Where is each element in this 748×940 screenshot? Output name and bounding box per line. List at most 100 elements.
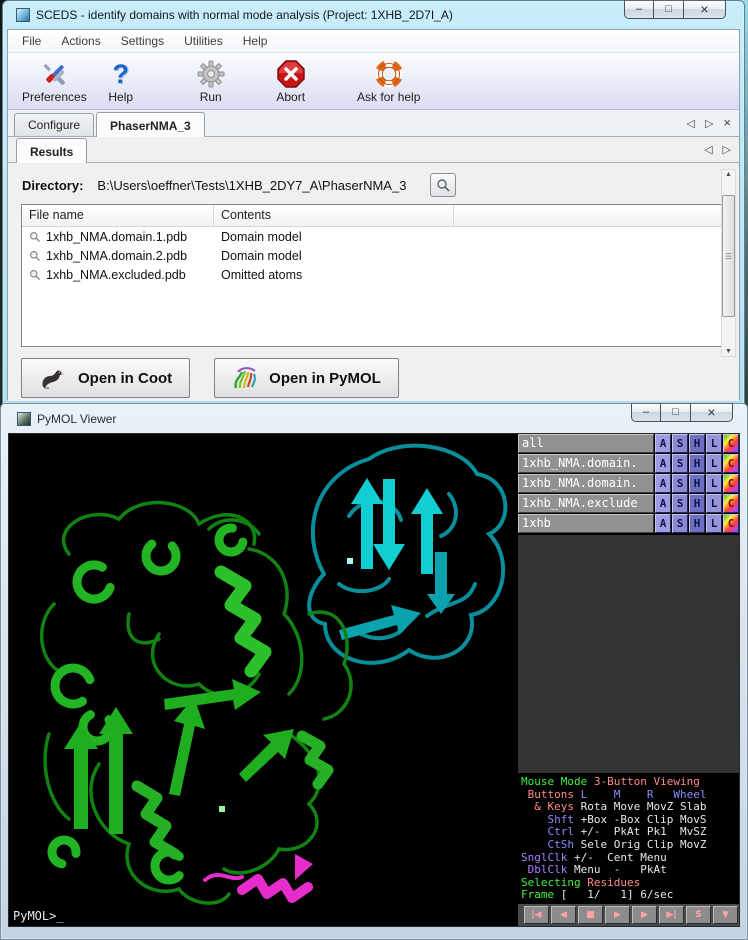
object-l-button[interactable]: L: [706, 454, 722, 473]
table-row[interactable]: 1xhb_NMA.excluded.pdb Omitted atoms: [22, 265, 726, 284]
table-header[interactable]: File name Contents: [22, 205, 726, 227]
object-a-button[interactable]: A: [655, 474, 671, 493]
mouse-panel-segment: Selecting: [521, 876, 581, 889]
help-button[interactable]: ? Help: [93, 58, 149, 105]
playback-button[interactable]: |◀: [524, 906, 549, 924]
object-s-button[interactable]: S: [672, 474, 688, 493]
pymol-ribbon-icon: [232, 366, 260, 390]
object-name[interactable]: 1xhb_NMA.exclude: [518, 494, 654, 513]
object-a-button[interactable]: A: [655, 454, 671, 473]
object-name[interactable]: 1xhb_NMA.domain.: [518, 454, 654, 473]
object-name[interactable]: 1xhb_NMA.domain.: [518, 474, 654, 493]
maximize-button[interactable]: □: [661, 403, 691, 422]
menubar: FileActionsSettingsUtilitiesHelp: [8, 30, 739, 53]
playback-button[interactable]: ▶: [632, 906, 657, 924]
object-s-button[interactable]: S: [672, 514, 688, 533]
sceds-titlebar[interactable]: SCEDS - identify domains with normal mod…: [7, 1, 740, 29]
playback-button[interactable]: ■: [578, 906, 603, 924]
mouse-panel-line: Frame [ 1/ 1] 6/sec: [521, 889, 739, 902]
menu-item[interactable]: Help: [233, 31, 278, 51]
menu-item[interactable]: Settings: [111, 31, 174, 51]
object-c-button[interactable]: C: [723, 434, 739, 453]
maximize-button[interactable]: □: [654, 0, 684, 19]
browse-directory-button[interactable]: [430, 173, 456, 197]
preferences-button[interactable]: Preferences: [16, 58, 93, 105]
ask-for-help-button[interactable]: Ask for help: [347, 58, 431, 105]
object-l-button[interactable]: L: [706, 494, 722, 513]
object-h-button[interactable]: H: [689, 474, 705, 493]
mouse-panel-segment: L M R Wheel: [574, 788, 706, 801]
pymol-titlebar[interactable]: PyMOL Viewer – □ ×: [8, 404, 740, 433]
object-row: 1xhbASHLC: [518, 514, 739, 533]
tab-results[interactable]: Results: [16, 138, 87, 163]
scroll-up-icon[interactable]: ▲: [722, 171, 735, 178]
object-a-button[interactable]: A: [655, 514, 671, 533]
protein-ribbon-graphic: [9, 434, 518, 926]
object-c-button[interactable]: C: [723, 514, 739, 533]
object-s-button[interactable]: S: [672, 494, 688, 513]
open-in-pymol-button[interactable]: Open in PyMOL: [214, 358, 399, 398]
tab-scroll-right-icon[interactable]: ▷: [705, 117, 713, 130]
object-c-button[interactable]: C: [723, 494, 739, 513]
minimize-button[interactable]: –: [624, 0, 654, 19]
object-l-button[interactable]: L: [706, 474, 722, 493]
mouse-panel-segment: Frame: [521, 888, 554, 901]
playback-controls: |◀◀■▶▶▶|S▼: [518, 904, 739, 926]
search-icon: [436, 178, 451, 193]
column-header-file-name[interactable]: File name: [22, 205, 214, 226]
tab-phasernma-3[interactable]: PhaserNMA_3: [96, 112, 205, 137]
playback-button[interactable]: ▶|: [659, 906, 684, 924]
object-name[interactable]: 1xhb: [518, 514, 654, 533]
sceds-window-title: SCEDS - identify domains with normal mod…: [36, 8, 453, 22]
pymol-sidebar: allASHLC1xhb_NMA.domain.ASHLC1xhb_NMA.do…: [518, 434, 739, 926]
playback-button[interactable]: S: [686, 906, 711, 924]
object-c-button[interactable]: C: [723, 454, 739, 473]
menu-item[interactable]: Utilities: [174, 31, 233, 51]
sceds-client-area: FileActionsSettingsUtilitiesHelp Prefere…: [7, 29, 740, 400]
table-row[interactable]: 1xhb_NMA.domain.1.pdb Domain model: [22, 227, 726, 246]
object-a-button[interactable]: A: [655, 434, 671, 453]
object-h-button[interactable]: H: [689, 454, 705, 473]
object-h-button[interactable]: H: [689, 434, 705, 453]
mouse-panel-segment: Sele Orig Clip MovZ: [574, 838, 706, 851]
playback-button[interactable]: ▶: [605, 906, 630, 924]
abort-button[interactable]: Abort: [261, 58, 321, 105]
file-name-cell: 1xhb_NMA.domain.2.pdb: [46, 249, 187, 263]
menu-item[interactable]: File: [12, 31, 51, 51]
object-name[interactable]: all: [518, 434, 654, 453]
object-l-button[interactable]: L: [706, 514, 722, 533]
tab-scroll-left-icon[interactable]: ◁: [686, 117, 694, 130]
coot-bird-icon: [39, 367, 69, 389]
mouse-panel-segment: +/- PkAt Pk1 MvSZ: [574, 825, 706, 838]
close-button[interactable]: ×: [691, 403, 733, 422]
tab-configure[interactable]: Configure: [14, 113, 94, 136]
contents-cell: Omitted atoms: [214, 268, 454, 282]
playback-button[interactable]: ▼: [713, 906, 738, 924]
object-row: 1xhb_NMA.excludeASHLC: [518, 494, 739, 513]
object-s-button[interactable]: S: [672, 454, 688, 473]
object-h-button[interactable]: H: [689, 514, 705, 533]
object-c-button[interactable]: C: [723, 474, 739, 493]
playback-button[interactable]: ◀: [551, 906, 576, 924]
close-button[interactable]: ×: [684, 0, 726, 19]
minimize-button[interactable]: –: [631, 403, 661, 422]
toolbar-label: Help: [108, 90, 133, 104]
tab-close-icon[interactable]: ×: [723, 117, 731, 130]
object-a-button[interactable]: A: [655, 494, 671, 513]
menu-item[interactable]: Actions: [51, 31, 110, 51]
subtab-scroll-left-icon[interactable]: ◁: [704, 143, 712, 156]
pymol-command-prompt[interactable]: PyMOL>_: [13, 909, 64, 923]
table-row[interactable]: 1xhb_NMA.domain.2.pdb Domain model: [22, 246, 726, 265]
results-tabstrip: Results ◁ ▷: [8, 137, 739, 163]
molecule-viewport[interactable]: PyMOL>_: [9, 434, 518, 926]
object-h-button[interactable]: H: [689, 494, 705, 513]
object-s-button[interactable]: S: [672, 434, 688, 453]
subtab-scroll-right-icon[interactable]: ▷: [723, 143, 731, 156]
object-l-button[interactable]: L: [706, 434, 722, 453]
scrollbar-thumb[interactable]: ☰: [722, 195, 735, 317]
run-button[interactable]: Run: [183, 58, 239, 105]
column-header-contents[interactable]: Contents: [214, 205, 454, 226]
open-in-coot-button[interactable]: Open in Coot: [21, 358, 190, 398]
scroll-down-icon[interactable]: ▼: [722, 348, 735, 355]
results-scrollbar[interactable]: ▲ ☰ ▼: [721, 169, 736, 357]
